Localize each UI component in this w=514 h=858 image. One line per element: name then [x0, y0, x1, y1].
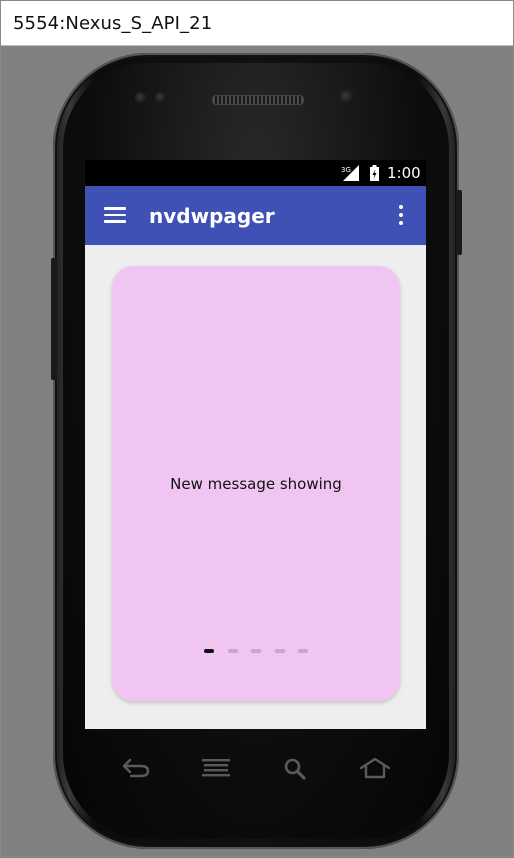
device-screen: 3G 1:00 nvdwpager New message showing: [85, 160, 426, 729]
back-icon[interactable]: [121, 757, 151, 779]
status-bar: 3G 1:00: [85, 160, 426, 186]
earpiece-speaker: [212, 95, 304, 105]
app-title: nvdwpager: [149, 204, 275, 228]
emulator-window-title: 5554:Nexus_S_API_21: [13, 13, 213, 34]
page-dot[interactable]: [227, 649, 238, 653]
page-dot[interactable]: [298, 649, 308, 653]
network-type-label: 3G: [341, 166, 351, 174]
signal-icon: 3G: [341, 165, 359, 181]
pager-card[interactable]: New message showing: [112, 266, 400, 701]
power-button[interactable]: [456, 190, 462, 255]
volume-button[interactable]: [51, 258, 57, 380]
main-content: New message showing: [85, 245, 426, 729]
home-icon[interactable]: [359, 757, 391, 779]
app-toolbar: nvdwpager: [85, 186, 426, 245]
hamburger-menu-icon[interactable]: [104, 207, 126, 223]
battery-icon: [370, 165, 379, 181]
light-sensor-icon: [340, 90, 354, 104]
page-dot[interactable]: [251, 649, 261, 653]
status-time: 1:00: [387, 164, 421, 182]
page-dot-active[interactable]: [204, 649, 214, 653]
search-icon[interactable]: [283, 757, 307, 781]
menu-icon[interactable]: [201, 758, 231, 778]
page-dot[interactable]: [274, 649, 285, 653]
pager-message: New message showing: [170, 475, 342, 493]
page-indicator: [204, 649, 314, 653]
front-camera-icon: [135, 92, 147, 104]
overflow-menu-icon[interactable]: [395, 205, 407, 227]
proximity-sensor-icon: [155, 92, 167, 104]
emulator-title-bar[interactable]: 5554:Nexus_S_API_21: [0, 0, 514, 46]
